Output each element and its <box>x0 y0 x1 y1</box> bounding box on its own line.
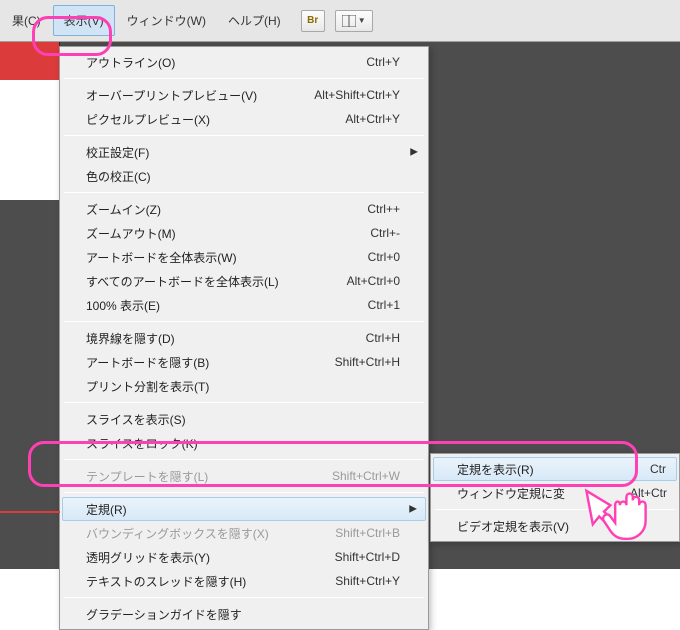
menu-item-shortcut: Alt+Ctrl+Y <box>345 112 400 126</box>
menu-view[interactable]: 表示(V) <box>53 5 115 36</box>
menu-item-label: 100% 表示(E) <box>86 297 368 314</box>
view-menu-dropdown: アウトライン(O)Ctrl+Y オーバープリントプレビュー(V)Alt+Shift… <box>59 46 429 630</box>
menu-item[interactable]: ズームイン(Z)Ctrl++ <box>62 197 426 221</box>
submenu-item-shortcut: Alt+Ctr <box>630 486 667 500</box>
menu-item-label: 透明グリッドを表示(Y) <box>86 549 335 566</box>
menu-item-label: 境界線を隠す(D) <box>86 330 366 347</box>
menu-window[interactable]: ウィンドウ(W) <box>117 6 216 35</box>
submenu-item-label: ウィンドウ定規に変 <box>457 485 630 502</box>
menu-item[interactable]: アートボードを全体表示(W)Ctrl+0 <box>62 245 426 269</box>
menu-item-shortcut: Ctrl+0 <box>368 250 400 264</box>
menu-item-label: 校正設定(F) <box>86 144 400 161</box>
menu-item-shortcut: Shift+Ctrl+Y <box>335 574 400 588</box>
menu-item-label: アートボードを隠す(B) <box>86 354 335 371</box>
menu-item-label: バウンディングボックスを隠す(X) <box>86 525 335 542</box>
submenu-arrow-icon: ▶ <box>409 504 417 515</box>
menu-item: バウンディングボックスを隠す(X)Shift+Ctrl+B <box>62 521 426 545</box>
menu-item[interactable]: 色の校正(C) <box>62 164 426 188</box>
menu-item-label: オーバープリントプレビュー(V) <box>86 87 314 104</box>
menu-item[interactable]: 100% 表示(E)Ctrl+1 <box>62 293 426 317</box>
menu-separator <box>64 402 424 403</box>
layout-icon <box>342 15 356 27</box>
menu-item: テンプレートを隠す(L)Shift+Ctrl+W <box>62 464 426 488</box>
menu-item[interactable]: ズームアウト(M)Ctrl+- <box>62 221 426 245</box>
menu-item-label: プリント分割を表示(T) <box>86 378 400 395</box>
menu-item[interactable]: グラデーションガイドを隠す <box>62 602 426 626</box>
menu-item-label: 定規(R) <box>86 501 400 518</box>
menu-help[interactable]: ヘルプ(H) <box>218 6 291 35</box>
menu-item-label: スライスを表示(S) <box>86 411 400 428</box>
menu-separator <box>64 321 424 322</box>
menu-item-shortcut: Ctrl+1 <box>368 298 400 312</box>
submenu-item-label: 定規を表示(R) <box>457 461 650 478</box>
menu-item-label: テンプレートを隠す(L) <box>86 468 332 485</box>
menu-separator <box>64 492 424 493</box>
menu-separator <box>64 78 424 79</box>
menu-item[interactable]: 校正設定(F) ▶ <box>62 140 426 164</box>
menu-item[interactable]: 透明グリッドを表示(Y)Shift+Ctrl+D <box>62 545 426 569</box>
menu-item-shortcut: Ctrl+- <box>370 226 400 240</box>
menu-item-shortcut: Alt+Shift+Ctrl+Y <box>314 88 400 102</box>
menu-item-label: スライスをロック(K) <box>86 435 400 452</box>
menu-item-shortcut: Shift+Ctrl+B <box>335 526 400 540</box>
ruler-mark <box>0 511 60 513</box>
menu-item[interactable]: 境界線を隠す(D)Ctrl+H <box>62 326 426 350</box>
menu-separator <box>64 597 424 598</box>
menu-item-label: すべてのアートボードを全体表示(L) <box>86 273 347 290</box>
ruler-submenu: 定規を表示(R)Ctrウィンドウ定規に変Alt+Ctrビデオ定規を表示(V) <box>430 453 680 542</box>
menu-separator <box>64 459 424 460</box>
menu-item[interactable]: 定規(R) ▶ <box>62 497 426 521</box>
menu-item-label: ピクセルプレビュー(X) <box>86 111 345 128</box>
menu-item-shortcut: Shift+Ctrl+H <box>335 355 400 369</box>
menu-item-shortcut: Ctrl+Y <box>366 55 400 69</box>
document-edge <box>0 42 60 569</box>
menu-separator <box>435 509 675 510</box>
menu-effect[interactable]: 果(C) <box>2 6 51 35</box>
submenu-item-label: ビデオ定規を表示(V) <box>457 518 667 535</box>
chevron-down-icon: ▼ <box>358 16 366 25</box>
menu-item[interactable]: ピクセルプレビュー(X)Alt+Ctrl+Y <box>62 107 426 131</box>
menu-item-label: アウトライン(O) <box>86 54 366 71</box>
submenu-arrow-icon: ▶ <box>410 147 418 158</box>
submenu-item-shortcut: Ctr <box>650 462 666 476</box>
menu-item-shortcut: Shift+Ctrl+D <box>335 550 400 564</box>
artboard-edge <box>0 80 59 200</box>
submenu-item[interactable]: ウィンドウ定規に変Alt+Ctr <box>433 481 677 505</box>
menu-separator <box>64 135 424 136</box>
menu-item-label: 色の校正(C) <box>86 168 400 185</box>
menubar: 果(C) 表示(V) ウィンドウ(W) ヘルプ(H) Br ▼ <box>0 0 680 42</box>
menu-item[interactable]: オーバープリントプレビュー(V)Alt+Shift+Ctrl+Y <box>62 83 426 107</box>
menu-item-label: テキストのスレッドを隠す(H) <box>86 573 335 590</box>
menu-item-label: ズームイン(Z) <box>86 201 367 218</box>
menu-item[interactable]: スライスをロック(K) <box>62 431 426 455</box>
menu-item-label: アートボードを全体表示(W) <box>86 249 368 266</box>
tab-strip <box>0 42 59 80</box>
menu-separator <box>64 192 424 193</box>
arrange-documents-button[interactable]: ▼ <box>335 10 373 32</box>
menu-item-shortcut: Ctrl+H <box>366 331 400 345</box>
menu-item[interactable]: スライスを表示(S) <box>62 407 426 431</box>
menu-item[interactable]: すべてのアートボードを全体表示(L)Alt+Ctrl+0 <box>62 269 426 293</box>
submenu-item[interactable]: ビデオ定規を表示(V) <box>433 514 677 538</box>
menu-item[interactable]: アウトライン(O)Ctrl+Y <box>62 50 426 74</box>
menu-item-label: ズームアウト(M) <box>86 225 370 242</box>
menu-item[interactable]: アートボードを隠す(B)Shift+Ctrl+H <box>62 350 426 374</box>
menu-item[interactable]: プリント分割を表示(T) <box>62 374 426 398</box>
bridge-button[interactable]: Br <box>301 10 325 32</box>
menu-item[interactable]: テキストのスレッドを隠す(H)Shift+Ctrl+Y <box>62 569 426 593</box>
menu-item-shortcut: Shift+Ctrl+W <box>332 469 400 483</box>
menu-item-shortcut: Alt+Ctrl+0 <box>347 274 400 288</box>
submenu-item[interactable]: 定規を表示(R)Ctr <box>433 457 677 481</box>
menu-item-shortcut: Ctrl++ <box>367 202 400 216</box>
menu-item-label: グラデーションガイドを隠す <box>86 606 400 623</box>
